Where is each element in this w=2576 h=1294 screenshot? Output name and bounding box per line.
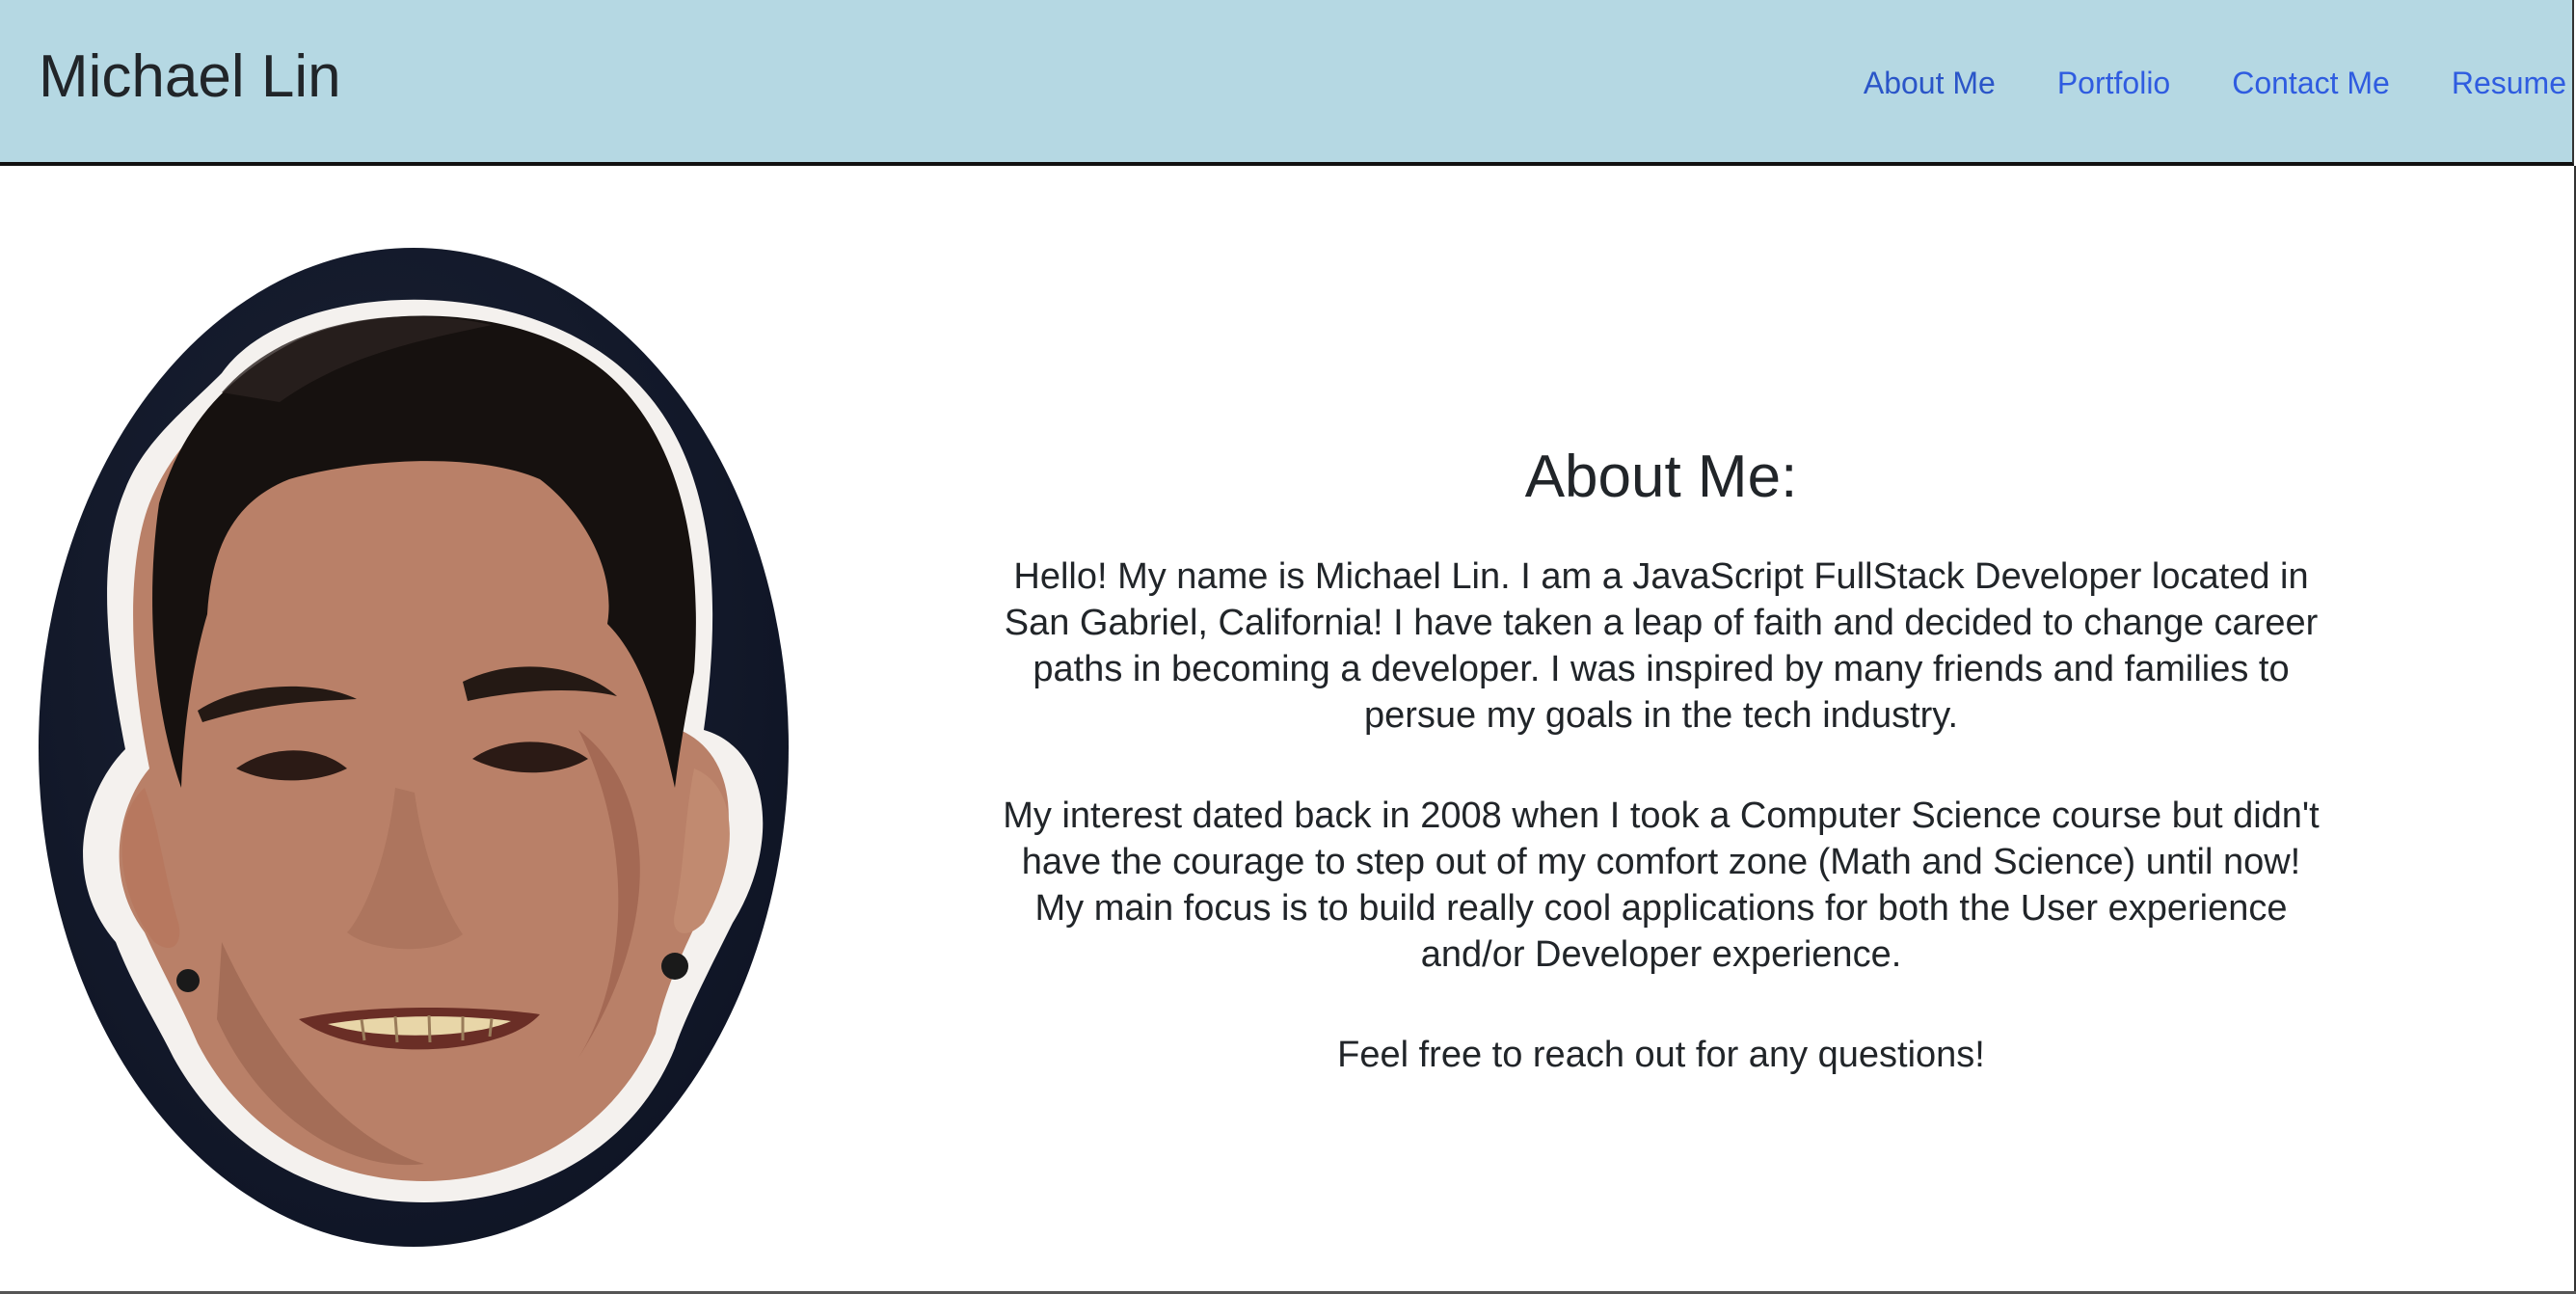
about-paragraph-3: Feel free to reach out for any questions… (1337, 1035, 1985, 1075)
profile-photo-illustration (83, 299, 764, 1202)
nav-links: About Me Portfolio Contact Me Resume (1864, 62, 2572, 104)
nav-contact-me[interactable]: Contact Me (2232, 62, 2390, 104)
about-heading: About Me: (1524, 444, 1798, 510)
about-section: About Me: Hello! My name is Michael Lin.… (926, 434, 2397, 1132)
navbar: Michael Lin About Me Portfolio Contact M… (0, 0, 2574, 166)
profile-photo (39, 248, 789, 1247)
nav-about-me[interactable]: About Me (1864, 62, 1996, 104)
nav-resume[interactable]: Resume (2452, 62, 2566, 104)
nav-portfolio[interactable]: Portfolio (2057, 62, 2170, 104)
brand-name[interactable]: Michael Lin (39, 42, 341, 112)
about-paragraph-1: Hello! My name is Michael Lin. I am a Ja… (1004, 556, 2319, 736)
about-paragraph-2: My interest dated back in 2008 when I to… (1003, 795, 2320, 975)
